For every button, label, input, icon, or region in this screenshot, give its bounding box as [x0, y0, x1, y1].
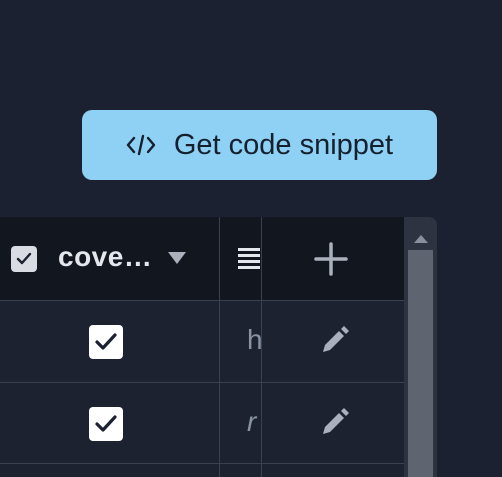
scroll-up-arrow-icon[interactable] — [413, 231, 429, 249]
pencil-icon[interactable] — [319, 408, 349, 443]
checkmark-icon — [16, 252, 32, 265]
checkmark-icon — [95, 333, 117, 350]
code-icon — [126, 134, 156, 156]
add-column-plus-icon[interactable] — [313, 241, 349, 282]
checkmark-icon — [95, 415, 117, 432]
column-divider — [261, 217, 262, 477]
list-icon[interactable] — [238, 247, 260, 274]
table-header-row: cove… — [0, 217, 404, 300]
scrollbar-thumb[interactable] — [408, 250, 433, 477]
row-text-cell[interactable]: r — [247, 406, 261, 438]
row-divider — [0, 382, 404, 383]
row-text-cell[interactable]: h — [247, 324, 261, 356]
pencil-icon[interactable] — [319, 326, 349, 361]
data-table: cove… h r — [0, 217, 437, 477]
column-divider — [219, 217, 220, 477]
select-all-checkbox[interactable] — [11, 246, 37, 272]
get-code-snippet-label: Get code snippet — [173, 128, 394, 161]
app-canvas: Get code snippet cove… h r — [0, 0, 502, 477]
vertical-scrollbar[interactable] — [404, 217, 437, 477]
row-checkbox[interactable] — [89, 407, 123, 441]
column-header-label[interactable]: cove… — [58, 241, 152, 273]
row-checkbox[interactable] — [89, 325, 123, 359]
row-divider — [0, 300, 404, 301]
caret-down-icon[interactable] — [167, 251, 187, 270]
row-divider — [0, 463, 404, 464]
get-code-snippet-button[interactable]: Get code snippet — [82, 110, 437, 180]
